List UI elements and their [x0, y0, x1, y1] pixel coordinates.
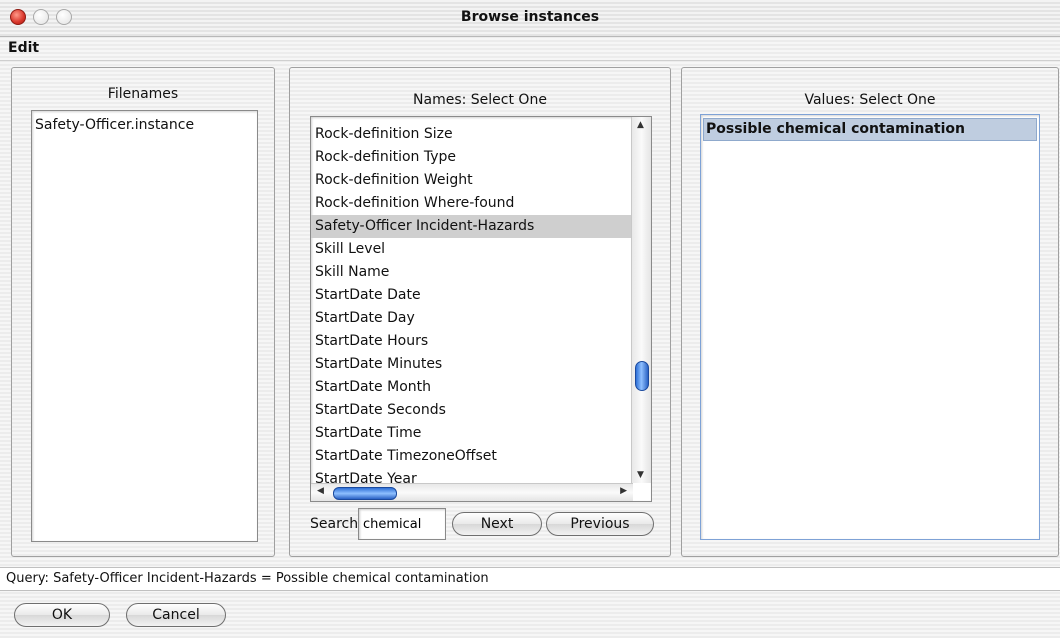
name-item[interactable]: Rock-definition Type [311, 146, 633, 169]
name-item[interactable]: Skill Name [311, 261, 633, 284]
name-item[interactable]: Rock-definition Where-found [311, 192, 633, 215]
window-title: Browse instances [460, 9, 600, 25]
ok-button[interactable]: OK [14, 603, 110, 627]
name-item[interactable]: StartDate Seconds [311, 399, 633, 422]
name-item[interactable]: StartDate Hours [311, 330, 633, 353]
values-title: Values: Select One [804, 92, 936, 108]
names-list[interactable]: Rock-definition Size Rock-definition Type… [310, 116, 652, 502]
name-item[interactable]: Skill Level [311, 238, 633, 261]
name-item[interactable]: StartDate Time [311, 422, 633, 445]
name-item[interactable]: StartDate TimezoneOffset [311, 445, 633, 468]
filename-item[interactable]: Safety-Officer.instance [32, 114, 257, 136]
menu-bar: Edit [0, 36, 1060, 61]
name-item[interactable]: StartDate Month [311, 376, 633, 399]
value-item[interactable]: Possible chemical contamination [703, 118, 1037, 141]
name-item[interactable]: Safety-Officer Incident-Hazards [311, 215, 633, 238]
names-title: Names: Select One [413, 92, 547, 108]
name-item[interactable]: Rock-definition Size [311, 123, 633, 146]
values-panel: Values: Select One Possible chemical con… [681, 67, 1059, 557]
cancel-button[interactable]: Cancel [126, 603, 226, 627]
scroll-left-icon[interactable]: ◀ [317, 486, 324, 496]
scroll-down-icon[interactable]: ▼ [637, 470, 644, 480]
previous-button[interactable]: Previous [546, 512, 654, 536]
filenames-list[interactable]: Safety-Officer.instance [31, 110, 258, 542]
name-item[interactable]: Rock-definition Weight [311, 169, 633, 192]
scroll-right-icon[interactable]: ▶ [620, 486, 627, 496]
values-list[interactable]: Possible chemical contamination [700, 114, 1040, 540]
name-item[interactable]: StartDate Day [311, 307, 633, 330]
menu-edit[interactable]: Edit [8, 40, 39, 56]
name-item[interactable]: StartDate Minutes [311, 353, 633, 376]
vertical-scroll-thumb[interactable] [635, 361, 649, 391]
filenames-title: Filenames [107, 86, 179, 102]
query-status: Query: Safety-Officer Incident-Hazards =… [0, 567, 1060, 591]
horizontal-scroll-thumb[interactable] [333, 487, 397, 500]
scroll-up-icon[interactable]: ▲ [637, 120, 644, 130]
names-panel: Names: Select One Rock-definition Size Ro… [289, 67, 671, 557]
names-vertical-scrollbar[interactable]: ▲ ▼ [631, 117, 651, 483]
names-horizontal-scrollbar[interactable]: ◀ ▶ [311, 483, 633, 501]
filenames-panel: Filenames Safety-Officer.instance [11, 67, 275, 557]
search-input[interactable] [358, 508, 446, 540]
next-button[interactable]: Next [452, 512, 542, 536]
name-item[interactable]: StartDate Date [311, 284, 633, 307]
search-label: Search [310, 516, 359, 532]
title-bar: Browse instances [0, 0, 1060, 37]
